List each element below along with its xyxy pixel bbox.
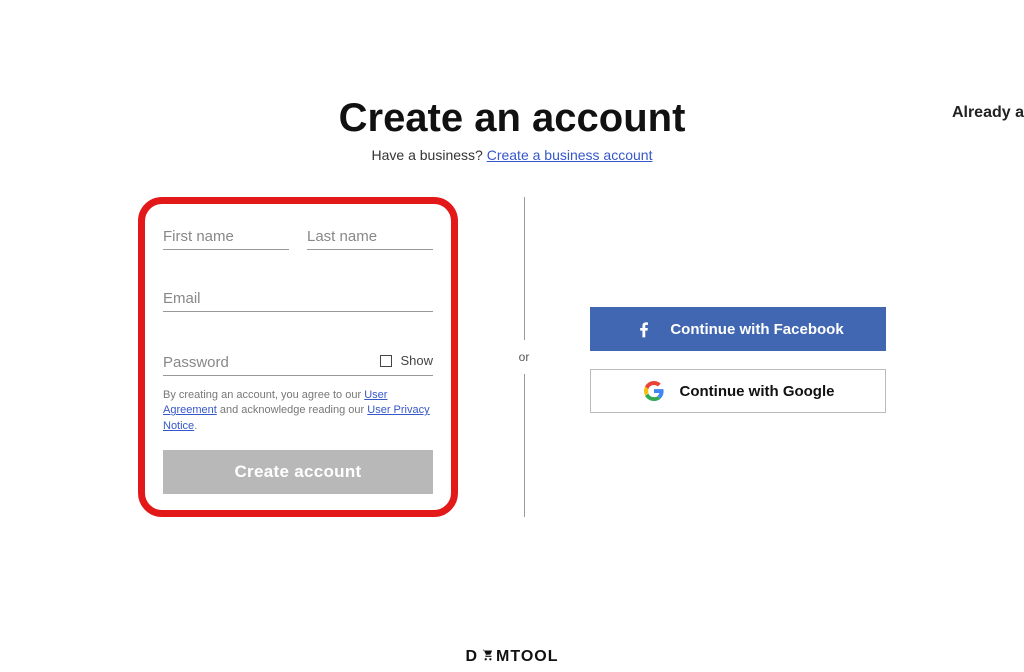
disclaimer-p3: . bbox=[194, 420, 197, 432]
google-label: Continue with Google bbox=[680, 383, 835, 400]
watermark-prefix: D bbox=[465, 648, 478, 666]
continue-google-button[interactable]: Continue with Google bbox=[590, 369, 886, 413]
disclaimer-p2: and acknowledge reading our bbox=[217, 404, 367, 416]
disclaimer: By creating an account, you agree to our… bbox=[163, 388, 433, 434]
already-member-text: Already a bbox=[952, 104, 1024, 122]
cart-icon bbox=[480, 647, 494, 666]
facebook-label: Continue with Facebook bbox=[670, 321, 843, 338]
continue-facebook-button[interactable]: Continue with Facebook bbox=[590, 307, 886, 351]
columns: Show By creating an account, you agree t… bbox=[0, 197, 1024, 517]
heading-block: Create an account Have a business? Creat… bbox=[0, 96, 1024, 163]
disclaimer-p1: By creating an account, you agree to our bbox=[163, 389, 364, 401]
divider: or bbox=[494, 197, 554, 517]
email-field[interactable] bbox=[163, 286, 433, 312]
facebook-icon bbox=[632, 317, 656, 341]
signup-form: Show By creating an account, you agree t… bbox=[138, 197, 458, 517]
page-title: Create an account bbox=[0, 96, 1024, 141]
or-label: or bbox=[519, 340, 530, 374]
subtitle: Have a business? Create a business accou… bbox=[0, 147, 1024, 163]
business-account-link[interactable]: Create a business account bbox=[487, 147, 653, 163]
checkbox-icon bbox=[380, 355, 392, 367]
social-column: Continue with Facebook Continue with Goo… bbox=[590, 307, 886, 413]
show-label: Show bbox=[400, 353, 433, 368]
watermark-suffix: MTOOL bbox=[496, 648, 558, 666]
google-icon bbox=[642, 379, 666, 403]
last-name-field[interactable] bbox=[307, 224, 433, 250]
watermark: D MTOOL bbox=[465, 647, 558, 666]
password-field[interactable] bbox=[163, 350, 380, 375]
subtitle-prefix: Have a business? bbox=[372, 147, 487, 163]
create-account-button[interactable]: Create account bbox=[163, 450, 433, 494]
first-name-field[interactable] bbox=[163, 224, 289, 250]
show-password-toggle[interactable]: Show bbox=[380, 353, 433, 372]
